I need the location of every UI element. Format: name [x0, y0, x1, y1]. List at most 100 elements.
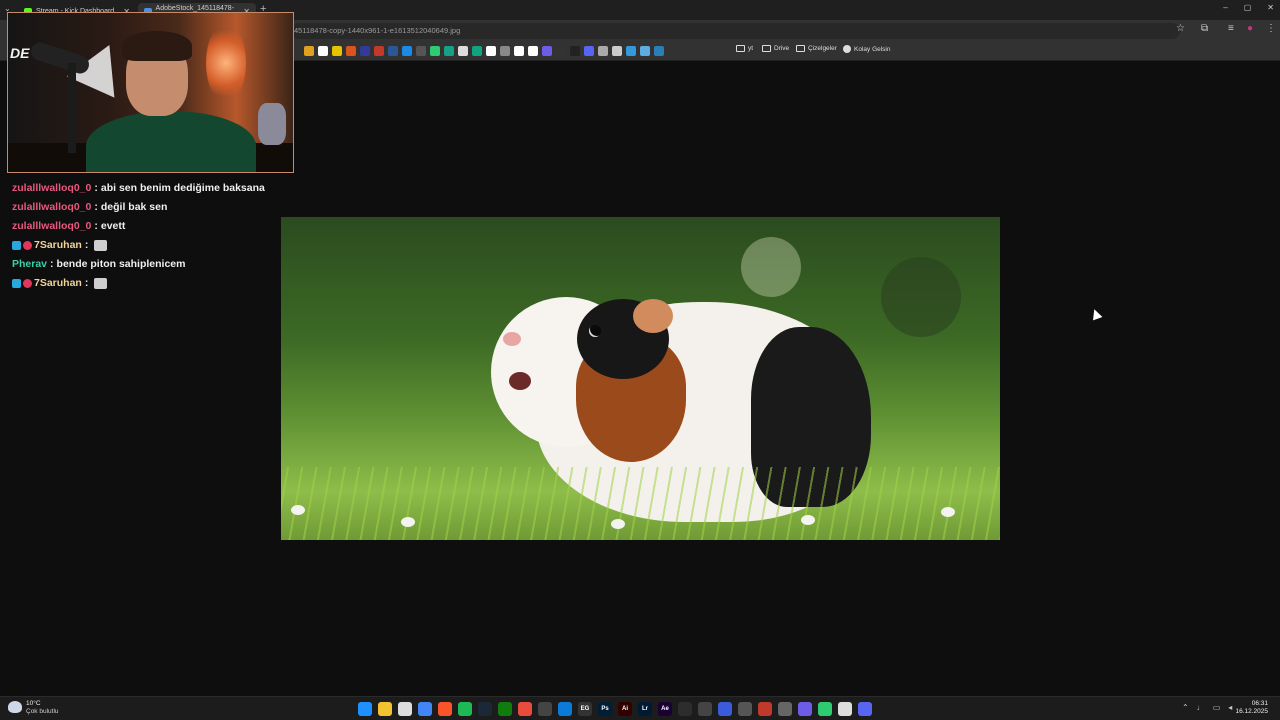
chat-username[interactable]: zulalllwalloq0_0 — [12, 182, 91, 194]
chat-separator: : — [84, 277, 89, 289]
subscriber-badge-icon — [12, 278, 21, 288]
lightroom-icon[interactable]: Lr — [638, 702, 652, 716]
app-white-icon[interactable] — [838, 702, 852, 716]
discord-icon[interactable] — [858, 702, 872, 716]
app-blue-icon[interactable] — [718, 702, 732, 716]
bookmark-folder-cizelgeler[interactable]: Çizelgeler — [796, 45, 837, 52]
microphone-icon[interactable]: ♩ — [1197, 703, 1205, 712]
bookmark-folder-drive[interactable]: Drive — [762, 45, 789, 52]
folder-icon — [736, 45, 745, 52]
bookmark-favicon-icon[interactable] — [542, 46, 552, 56]
bookmark-favicon-icon[interactable] — [332, 46, 342, 56]
bookmark-favicon-icon[interactable] — [458, 46, 468, 56]
edge-icon[interactable] — [558, 702, 572, 716]
epic-games-icon[interactable]: EG — [578, 702, 592, 716]
guinea-pig-nose — [503, 332, 521, 346]
bookmark-label: Çizelgeler — [808, 45, 837, 52]
bokeh-shadow — [881, 257, 961, 337]
chat-username[interactable]: zulalllwalloq0_0 — [12, 220, 91, 232]
bookmark-favicon-icon[interactable] — [570, 46, 580, 56]
bookmark-favicon-icon[interactable] — [500, 46, 510, 56]
bookmark-favicon-icon[interactable] — [304, 46, 314, 56]
bookmark-favicon-icon[interactable] — [374, 46, 384, 56]
bookmark-favicon-icon[interactable] — [640, 46, 650, 56]
bookmark-favicon-icon[interactable] — [598, 46, 608, 56]
app-green-icon[interactable] — [818, 702, 832, 716]
bookmark-favicon-icon[interactable] — [556, 46, 566, 56]
bookmark-favicon-icon[interactable] — [612, 46, 622, 56]
bookmark-star-icon[interactable]: ☆ — [1176, 23, 1185, 34]
bookmark-favicon-icon[interactable] — [584, 46, 594, 56]
xbox-icon[interactable] — [498, 702, 512, 716]
file-explorer-icon[interactable] — [378, 702, 392, 716]
bookmark-favicon-icon[interactable] — [318, 46, 328, 56]
chat-username[interactable]: zulalllwalloq0_0 — [12, 201, 91, 213]
menu-icon[interactable]: ⋮ — [1266, 23, 1276, 34]
maximize-button[interactable]: ▢ — [1244, 3, 1252, 12]
bookmark-kolay-gelsin[interactable]: Kolay Gelsin — [843, 45, 891, 53]
bookmark-favicon-icon[interactable] — [486, 46, 496, 56]
bokeh-light — [741, 237, 801, 297]
bookmark-favicon-icon[interactable] — [402, 46, 412, 56]
illustrator-icon[interactable]: Ai — [618, 702, 632, 716]
chat-message: 7Saruhan: — [12, 237, 108, 253]
clock-time[interactable]: 06:31 — [1252, 700, 1268, 707]
chat-separator: : — [50, 258, 54, 270]
close-window-button[interactable]: ✕ — [1267, 3, 1274, 12]
chat-text: abi sen benim dediğime baksana — [100, 182, 265, 194]
app-dial-icon[interactable] — [778, 702, 792, 716]
chat-username[interactable]: Pherav — [12, 258, 47, 270]
folder-icon — [762, 45, 771, 52]
app-circle-icon[interactable] — [698, 702, 712, 716]
bookmark-favicon-icon[interactable] — [444, 46, 454, 56]
minimize-button[interactable]: – — [1223, 3, 1227, 12]
chevron-up-icon[interactable]: ⌃ — [1182, 703, 1189, 712]
bookmark-favicon-icon[interactable] — [654, 46, 664, 56]
start-icon[interactable] — [358, 702, 372, 716]
daisy — [401, 517, 415, 527]
bookmark-favicon-icon[interactable] — [528, 46, 538, 56]
url-text: 45118478-copy-1440x961-1-e1613512040649.… — [294, 26, 461, 35]
volume-icon[interactable]: ◂ — [1228, 703, 1232, 712]
obs-icon[interactable] — [538, 702, 552, 716]
bookmark-favicon-icon[interactable] — [514, 46, 524, 56]
calendar-icon[interactable] — [398, 702, 412, 716]
network-icon[interactable]: ▭ — [1213, 703, 1221, 712]
weather-cloud-icon[interactable] — [8, 701, 22, 713]
bookmark-favicon-icon[interactable] — [472, 46, 482, 56]
bookmark-favicon-icon[interactable] — [626, 46, 636, 56]
clock-date[interactable]: 16.12.2025 — [1235, 708, 1268, 715]
spotify-icon[interactable] — [458, 702, 472, 716]
profile-avatar-icon[interactable]: ● — [1247, 23, 1253, 34]
after-effects-icon[interactable]: Ae — [658, 702, 672, 716]
app-red-icon[interactable] — [518, 702, 532, 716]
bookmark-favicon-icon[interactable] — [346, 46, 356, 56]
chat-username[interactable]: 7Saruhan — [34, 239, 82, 251]
chat-text: değil bak sen — [100, 201, 168, 213]
brave-icon[interactable] — [438, 702, 452, 716]
chat-username[interactable]: 7Saruhan — [34, 277, 82, 289]
microphone-stand — [68, 63, 76, 153]
chrome-icon[interactable] — [418, 702, 432, 716]
app-grid-icon[interactable] — [798, 702, 812, 716]
bookmark-favicon-icon[interactable] — [360, 46, 370, 56]
weather-desc: Çok bulutlu — [26, 708, 59, 715]
extensions-icon[interactable]: ⧉ — [1201, 23, 1208, 34]
bookmark-favicon-icon[interactable] — [416, 46, 426, 56]
image-viewer[interactable] — [281, 217, 1000, 540]
steam-icon[interactable] — [478, 702, 492, 716]
guinea-pig-eye — [589, 325, 601, 337]
app-tool-icon[interactable] — [738, 702, 752, 716]
system-tray: ⌃ ♩ ▭ ◂ — [1182, 703, 1232, 712]
address-bar[interactable]: 45118478-copy-1440x961-1-e1613512040649.… — [290, 23, 1180, 39]
bookmark-favicon-icon[interactable] — [388, 46, 398, 56]
app-news-icon[interactable] — [758, 702, 772, 716]
photoshop-icon[interactable]: Ps — [598, 702, 612, 716]
bookmark-favicon-icon[interactable] — [430, 46, 440, 56]
chat-separator: : — [84, 239, 89, 251]
davinci-icon[interactable] — [678, 702, 692, 716]
figurine — [258, 103, 286, 145]
media-icon[interactable]: ≡ — [1228, 23, 1234, 34]
globe-icon — [843, 45, 851, 53]
bookmark-folder-yt[interactable]: yt — [736, 45, 753, 52]
